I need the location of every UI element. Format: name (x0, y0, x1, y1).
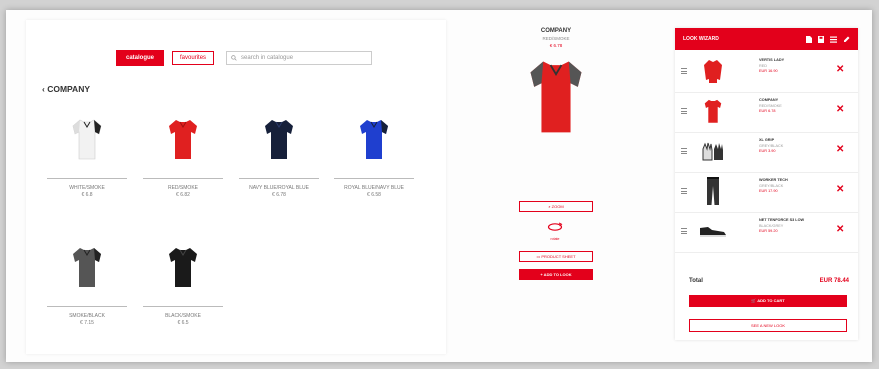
polo-shirt-image (143, 236, 223, 298)
look-item[interactable]: VERTIS LADY RED EUR 16.90 ✕ (675, 52, 858, 93)
item-info: COMPANY RED/SMOKE EUR 6.78 (759, 98, 829, 115)
polo-shirt-image (143, 108, 223, 170)
trousers-image (697, 176, 729, 206)
new-look-button[interactable]: SEE A NEW LOOK (689, 319, 847, 332)
rotate-label: rotate (550, 237, 560, 241)
remove-item-icon[interactable]: ✕ (836, 184, 844, 195)
look-wizard-panel: LOOK WIZARD VERTIS LADY RED EUR 16.90 ✕ … (675, 28, 858, 340)
total-value: EUR 78.44 (819, 278, 849, 284)
gloves-image (697, 136, 729, 166)
item-price: EUR 17.90 (759, 189, 778, 193)
look-item[interactable]: NET TENFORCE S3 LOW BLACK/GREY EUR 59.20… (675, 212, 858, 253)
rotate-button[interactable]: rotate (545, 219, 565, 241)
look-wizard-title: LOOK WIZARD (683, 36, 719, 42)
product-card[interactable]: SMOKE/BLACK € 7.15 (47, 236, 127, 327)
product-price: € 6.78 (272, 192, 286, 198)
total-label: Total (689, 278, 703, 284)
product-card[interactable]: NAVY BLUE/ROYAL BLUE € 6.78 (239, 108, 319, 199)
catalogue-button[interactable]: catalogue (116, 50, 165, 66)
product-card[interactable]: WHITE/SMOKE € 6.8 (47, 108, 127, 199)
detail-product-image (514, 56, 598, 138)
look-item[interactable]: WORKER TECH GREY/BLACK EUR 17.90 ✕ (675, 172, 858, 213)
item-info: XL GRIP GREY/BLACK EUR 3.90 (759, 138, 829, 155)
shoe-image (697, 216, 729, 246)
polo-shirt-image (47, 236, 127, 298)
favourites-button[interactable]: favourites (172, 51, 215, 65)
look-wizard-header: LOOK WIZARD (675, 28, 858, 50)
drag-handle-icon[interactable] (681, 108, 687, 116)
product-price: € 6.8 (81, 192, 93, 198)
total-row: Total EUR 78.44 (689, 278, 849, 284)
product-price: € 6.58 (367, 192, 381, 198)
card-divider (334, 178, 414, 179)
polo-shirt-image (239, 108, 319, 170)
product-sheet-button[interactable]: ▭ PRODUCT SHEET (519, 251, 593, 262)
search-icon (231, 55, 237, 61)
item-price: EUR 6.78 (759, 109, 776, 113)
save-icon[interactable] (818, 35, 824, 43)
drag-handle-icon[interactable] (681, 228, 687, 236)
item-price: EUR 3.90 (759, 149, 776, 153)
polo-shirt-image (47, 108, 127, 170)
remove-item-icon[interactable]: ✕ (836, 144, 844, 155)
add-to-look-button[interactable]: + ADD TO LOOK (519, 269, 593, 280)
file-icon[interactable] (806, 35, 812, 43)
polo-shirt-image (334, 108, 414, 170)
drag-handle-icon[interactable] (681, 148, 687, 156)
detail-brand: COMPANY (540, 28, 572, 34)
card-divider (239, 178, 319, 179)
product-price: € 7.15 (80, 320, 94, 326)
product-price: € 6.5 (177, 320, 189, 326)
search-placeholder: search in catalogue (241, 55, 294, 61)
drag-handle-icon[interactable] (681, 68, 687, 76)
detail-price: € 6.78 (549, 43, 563, 48)
card-divider (143, 178, 223, 179)
card-divider (47, 178, 127, 179)
jacket-image (697, 56, 729, 86)
product-name: SMOKE/BLACK (69, 313, 105, 319)
drag-handle-icon[interactable] (681, 188, 687, 196)
remove-item-icon[interactable]: ✕ (836, 64, 844, 75)
item-info: VERTIS LADY RED EUR 16.90 (759, 58, 829, 75)
list-icon[interactable] (830, 36, 837, 43)
look-item[interactable]: COMPANY RED/SMOKE EUR 6.78 ✕ (675, 92, 858, 133)
product-card[interactable]: RED/SMOKE € 6.82 (143, 108, 223, 199)
zoom-label: ZOOM (551, 204, 564, 209)
product-name: NAVY BLUE/ROYAL BLUE (249, 185, 309, 191)
product-sheet-label: PRODUCT SHEET (541, 254, 576, 259)
product-card[interactable]: BLACK/SMOKE € 6.5 (143, 236, 223, 327)
header-actions (806, 35, 850, 43)
remove-item-icon[interactable]: ✕ (836, 104, 844, 115)
product-name: BLACK/SMOKE (165, 313, 201, 319)
catalogue-panel: catalogue favourites search in catalogue… (26, 20, 446, 354)
add-to-cart-button[interactable]: 🛒 ADD TO CART (689, 295, 847, 307)
look-item[interactable]: XL GRIP GREY/BLACK EUR 3.90 ✕ (675, 132, 858, 173)
product-price: € 6.82 (176, 192, 190, 198)
product-name: RED/SMOKE (167, 185, 198, 191)
back-link[interactable]: ‹ COMPANY (42, 84, 90, 94)
item-info: NET TENFORCE S3 LOW BLACK/GREY EUR 59.20 (759, 218, 829, 235)
product-name: WHITE/SMOKE (69, 185, 105, 191)
polo-shirt-image (697, 96, 729, 126)
edit-icon[interactable] (843, 36, 850, 43)
product-card[interactable]: ROYAL BLUE/NAVY BLUE € 6.58 (334, 108, 414, 199)
catalogue-toolbar: catalogue favourites search in catalogue (116, 50, 373, 66)
card-divider (143, 306, 223, 307)
detail-variant: RED/SMOKE (542, 36, 570, 41)
add-to-cart-label: ADD TO CART (757, 298, 785, 303)
product-detail: COMPANY RED/SMOKE € 6.78 (514, 28, 598, 138)
card-divider (47, 306, 127, 307)
item-info: WORKER TECH GREY/BLACK EUR 17.90 (759, 178, 829, 195)
product-name: ROYAL BLUE/NAVY BLUE (344, 185, 404, 191)
search-input[interactable]: search in catalogue (226, 51, 373, 65)
remove-item-icon[interactable]: ✕ (836, 224, 844, 235)
item-price: EUR 59.20 (759, 229, 778, 233)
item-price: EUR 16.90 (759, 69, 778, 73)
rotate-icon (547, 222, 563, 231)
zoom-button[interactable]: ⌕ ZOOM (519, 201, 593, 212)
